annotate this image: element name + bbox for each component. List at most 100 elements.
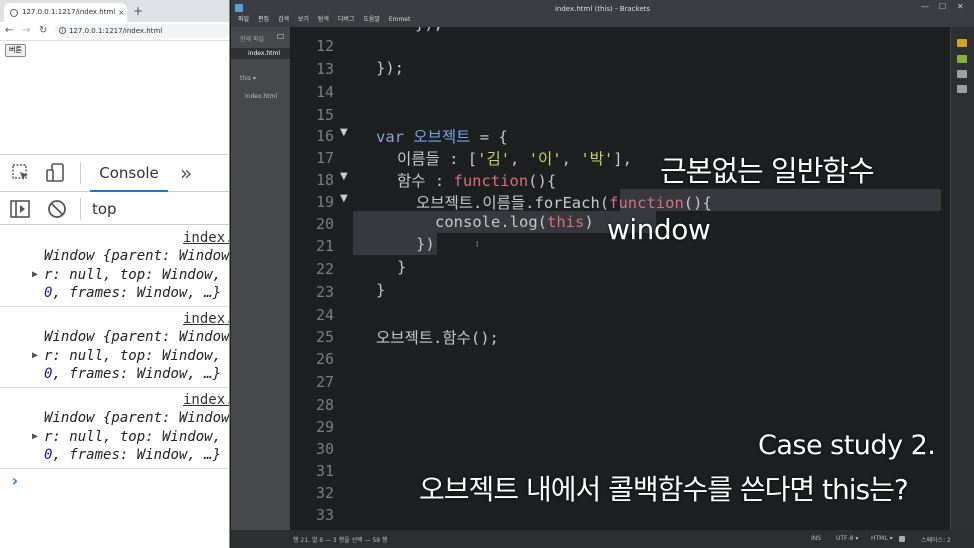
url-input[interactable]: i 127.0.0.1:1217/index.html	[55, 24, 229, 38]
globe-icon	[10, 9, 18, 17]
source-link[interactable]: index.	[183, 311, 229, 327]
menu-help[interactable]: 도움말	[363, 16, 380, 23]
info-icon[interactable]: i	[59, 27, 66, 34]
line-number: 24	[315, 306, 334, 324]
address-bar: ← → ↻ i 127.0.0.1:1217/index.html	[0, 22, 229, 41]
divider	[80, 198, 81, 220]
close-window-icon[interactable]: ✕	[957, 2, 964, 11]
code-line: 이름들 : ['김', '이', '박'],	[397, 150, 632, 168]
menu-file[interactable]: 파일	[238, 16, 249, 23]
divider	[80, 162, 81, 184]
log-line: r: null, top: Window,	[44, 429, 222, 445]
expand-triangle-icon[interactable]: ▶	[32, 431, 38, 442]
tree-file-item[interactable]: index.html	[245, 93, 277, 100]
code-line: var 오브젝트 = {	[376, 125, 508, 147]
menu-debug[interactable]: 디버그	[338, 16, 355, 23]
encoding-select[interactable]: UTF-8 ▾	[836, 535, 858, 542]
reload-icon[interactable]: ↻	[39, 24, 47, 38]
line-number: 20	[315, 215, 334, 233]
device-toolbar-icon[interactable]	[46, 163, 66, 183]
code-variable: 오브젝트	[413, 128, 471, 146]
tab-title: 127.0.0.1:1217/index.html	[22, 8, 116, 16]
browser-tab[interactable]: 127.0.0.1:1217/index.html ×	[4, 3, 127, 22]
console-prompt[interactable]: ›	[10, 471, 20, 490]
new-tab-icon[interactable]: +	[133, 3, 143, 19]
close-icon[interactable]: ×	[118, 3, 125, 22]
expand-triangle-icon[interactable]: ▶	[32, 269, 38, 280]
code-string: '박'	[580, 150, 614, 168]
sidebar-toggle-icon[interactable]	[10, 200, 30, 218]
working-file-item[interactable]: index.html	[231, 48, 290, 59]
line-number: 12	[315, 37, 334, 55]
language-select[interactable]: HTML ▾	[871, 535, 893, 542]
line-number: 28	[315, 396, 334, 414]
line-number: 19	[315, 193, 334, 211]
live-preview-icon[interactable]	[957, 39, 967, 47]
code-string: '이'	[528, 150, 562, 168]
menu-navigate[interactable]: 탐색	[318, 16, 329, 23]
code-text: 이름들 : [	[397, 150, 478, 168]
caption-normal-function: 근본없는 일반함수	[660, 154, 875, 188]
log-text: , frames: Window, …}	[52, 447, 222, 463]
tool-icon[interactable]	[957, 85, 967, 93]
line-number: 23	[315, 283, 334, 301]
extension-manager-icon[interactable]	[957, 55, 967, 63]
line-number: 18	[315, 171, 334, 189]
working-file-name: index.html	[248, 50, 280, 57]
source-link[interactable]: index.	[183, 230, 229, 246]
tab-console[interactable]: Console	[90, 155, 168, 192]
code-line: })	[416, 235, 435, 253]
log-line: Window {parent: Window	[44, 410, 230, 426]
maximize-icon[interactable]: ☐	[939, 2, 946, 11]
code-this-keyword: this	[546, 213, 585, 231]
source-link[interactable]: index.	[183, 392, 229, 408]
minimize-icon[interactable]: —	[921, 2, 929, 11]
code-text: console.log(	[435, 213, 547, 231]
menu-find[interactable]: 검색	[278, 16, 289, 23]
page-button[interactable]: 버튼	[5, 44, 26, 57]
line-number: 16	[315, 127, 334, 145]
split-view-icon[interactable]	[277, 34, 284, 39]
expand-triangle-icon[interactable]: ▶	[32, 350, 38, 361]
line-number: 21	[315, 237, 334, 255]
fold-triangle-icon[interactable]: ▼	[340, 171, 348, 182]
back-arrow-icon[interactable]: ←	[5, 24, 13, 38]
menu-edit[interactable]: 편집	[258, 16, 269, 23]
menu-emmet[interactable]: Emmet	[389, 16, 411, 23]
extension-icon[interactable]	[957, 70, 967, 78]
code-text: )	[584, 213, 594, 231]
console-output: index. Window {parent: Window ▶ r: null,…	[0, 226, 230, 548]
code-line: 오브젝트.이름들.forEach(function(){	[416, 191, 712, 213]
lint-indicator-icon[interactable]	[899, 536, 905, 542]
menu-view[interactable]: 보기	[298, 16, 309, 23]
menu-bar: 파일 편집 검색 보기 탐색 디버그 도움말 Emmet	[238, 14, 417, 23]
context-selector[interactable]: top	[92, 193, 117, 225]
log-line: r: null, top: Window,	[44, 267, 222, 283]
code-line: 오브젝트.함수();	[376, 329, 499, 347]
line-number: 31	[315, 462, 334, 480]
fold-triangle-icon[interactable]: ▼	[340, 193, 348, 204]
console-entry: index. Window {parent: Window ▶ r: null,…	[0, 226, 229, 307]
code-line: console.log(this)	[435, 213, 594, 231]
log-line: 0, frames: Window, …}	[44, 447, 221, 463]
code-line: 함수 : function(){	[397, 169, 556, 191]
line-number: 25	[315, 328, 334, 346]
line-number: 33	[315, 506, 334, 524]
code-text: 오브젝트.이름들.forEach(	[416, 194, 610, 212]
forward-arrow-icon[interactable]: →	[22, 24, 30, 38]
indent-setting[interactable]: 스페이스: 2	[921, 535, 951, 544]
insert-mode[interactable]: INS	[811, 535, 821, 542]
code-line: }	[397, 258, 407, 276]
devtools-panel: Console » top index. Window {parent: Win…	[0, 154, 230, 548]
project-folder[interactable]: this ▾	[240, 75, 256, 82]
working-files-header: 현재 파일	[240, 36, 264, 43]
code-line: });	[376, 59, 404, 77]
line-number: 15	[315, 106, 334, 124]
clear-console-icon[interactable]	[47, 199, 67, 219]
inspect-element-icon[interactable]	[12, 164, 30, 182]
log-line: Window {parent: Window	[44, 329, 230, 345]
more-tabs-icon[interactable]: »	[180, 158, 192, 188]
fold-triangle-icon[interactable]: ▼	[340, 127, 348, 138]
code-text: ],	[613, 150, 632, 168]
console-entry: index. Window {parent: Window ▶ r: null,…	[0, 388, 230, 469]
